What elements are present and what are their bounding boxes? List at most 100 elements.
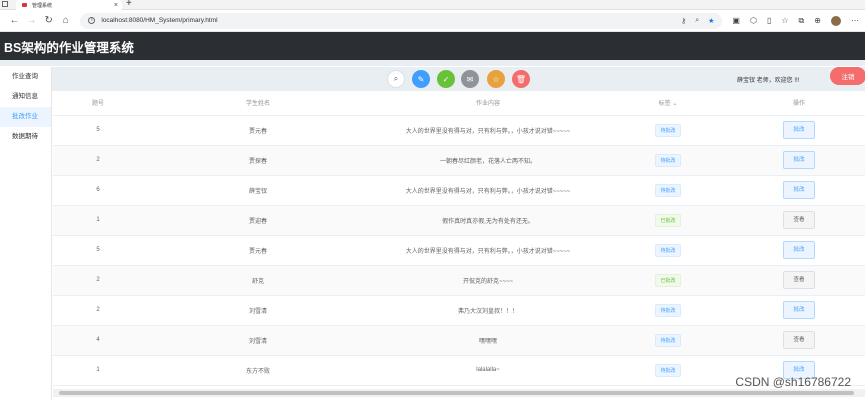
- search-button[interactable]: ⌕: [387, 70, 405, 88]
- cell-student: 刘雪清: [143, 295, 373, 326]
- cell-content: 弗乃大汉刘皇叔！！！: [373, 295, 603, 326]
- cell-tag: 待批改: [603, 115, 733, 146]
- more-menu-icon[interactable]: ⋯: [851, 16, 859, 25]
- message-button[interactable]: ✉: [461, 70, 479, 88]
- downloads-icon[interactable]: ⊕: [814, 16, 821, 25]
- grade-button[interactable]: 批改: [783, 181, 815, 199]
- toolbar: ⌕ ✎ ✓ ✉ ☆ 🗑 薛宝钗 老师，欢迎您 !!! 注销: [52, 67, 865, 91]
- logout-button[interactable]: 注销: [830, 67, 865, 85]
- status-badge: 待批改: [655, 363, 681, 377]
- cell-content: 一朝春尽红颜老，花落人亡两不知。: [373, 145, 603, 176]
- table-row: 5 贾元春 大人的世界里没有得与对，只有利与弊。，小孩才说对错~~~~~ 待批改 批改: [53, 115, 865, 146]
- grade-button[interactable]: 批改: [783, 241, 815, 259]
- cell-content: 大人的世界里没有得与对，只有利与弊。，小孩才说对错~~~~~: [373, 175, 603, 206]
- app-title: BS架构的作业管理系统: [4, 41, 134, 55]
- cell-num: 2: [53, 265, 143, 296]
- cell-content: 假作真时真亦假,无为有处有还无。: [373, 205, 603, 236]
- filter-icon[interactable]: ⌄: [672, 101, 677, 107]
- table-row: 1 贾迎春 假作真时真亦假,无为有处有还无。 已批改 查看: [53, 205, 865, 236]
- url-input[interactable]: i localhost:8080/HM_System/primary.html …: [80, 12, 723, 29]
- table-row: 4 刘雪清 嘿嘿嘿 待批改 查看: [53, 325, 865, 356]
- cell-action: 批改: [733, 295, 865, 326]
- cell-action: 批改: [733, 145, 865, 176]
- status-badge: 待批改: [655, 183, 681, 197]
- sidebar-item-notifications[interactable]: 通知信息: [0, 87, 51, 107]
- cell-content: 大人的世界里没有得与对，只有利与弊。，小孩才说对错~~~~~: [373, 115, 603, 146]
- profile-avatar[interactable]: [830, 15, 841, 26]
- header-action: 操作: [733, 91, 865, 116]
- home-icon[interactable]: ⌂: [57, 15, 74, 26]
- sidebar: 作业查询 通知信息 批改作业 数据期待: [0, 67, 52, 400]
- url-text: localhost:8080/HM_System/primary.html: [101, 17, 218, 24]
- view-button[interactable]: 查看: [783, 331, 815, 349]
- back-icon[interactable]: ←: [6, 15, 23, 26]
- watermark: CSDN @sh16786722: [735, 375, 851, 389]
- key-icon[interactable]: ⚷: [681, 17, 686, 25]
- new-tab-icon[interactable]: +: [126, 0, 132, 9]
- grade-button[interactable]: 批改: [783, 301, 815, 319]
- favorite-star-icon[interactable]: ★: [708, 17, 714, 25]
- sidebar-item-homework-query[interactable]: 作业查询: [0, 67, 51, 87]
- cell-tag: 待批改: [603, 175, 733, 206]
- scrollbar-thumb[interactable]: [59, 391, 854, 395]
- sidebar-item-data[interactable]: 数据期待: [0, 127, 51, 147]
- info-icon[interactable]: i: [88, 17, 96, 24]
- zoom-icon[interactable]: ⌕: [695, 17, 699, 25]
- refresh-icon[interactable]: ↻: [40, 15, 57, 26]
- favicon-icon: [22, 3, 27, 7]
- favorites-icon[interactable]: ☆: [781, 16, 788, 25]
- collections-list-icon[interactable]: ⧉: [799, 16, 805, 26]
- cell-student: 贾探春: [143, 145, 373, 176]
- edit-button[interactable]: ✎: [412, 70, 430, 88]
- cell-num: 5: [53, 235, 143, 266]
- browser-tab[interactable]: 管理系统 ×: [16, 0, 122, 10]
- cell-student: 贾迎春: [143, 205, 373, 236]
- cell-student: 刘雪清: [143, 325, 373, 356]
- cell-action: 查看: [733, 205, 865, 236]
- cell-num: 5: [53, 115, 143, 146]
- cell-action: 批改: [733, 115, 865, 146]
- cell-student: 薛宝钗: [143, 175, 373, 206]
- cell-student: 舒克: [143, 265, 373, 296]
- status-badge: 已批改: [655, 213, 681, 227]
- extensions-icon[interactable]: ⬡: [750, 16, 757, 25]
- cell-tag: 已批改: [603, 265, 733, 296]
- header-band: [0, 60, 865, 66]
- check-button[interactable]: ✓: [437, 70, 455, 88]
- cell-content: 嘿嘿嘿: [373, 325, 603, 356]
- cell-action: 批改: [733, 175, 865, 206]
- table-row: 2 舒克 开侃克的舒克~~~~ 已批改 查看: [53, 265, 865, 296]
- split-screen-icon[interactable]: ▯: [767, 16, 771, 25]
- view-button[interactable]: 查看: [783, 271, 815, 289]
- cell-tag: 待批改: [603, 355, 733, 386]
- view-button[interactable]: 查看: [783, 211, 815, 229]
- cell-student: 东方不败: [143, 355, 373, 386]
- collections-icon[interactable]: ▣: [732, 16, 740, 25]
- sidebar-item-grade-homework[interactable]: 批改作业: [0, 107, 51, 127]
- table-row: 2 刘雪清 弗乃大汉刘皇叔！！！ 待批改 批改: [53, 295, 865, 326]
- header-student: 学生姓名: [143, 91, 373, 116]
- horizontal-scrollbar[interactable]: [53, 389, 865, 397]
- delete-button[interactable]: 🗑: [512, 70, 530, 88]
- status-badge: 待批改: [655, 153, 681, 167]
- cell-tag: 待批改: [603, 325, 733, 356]
- status-badge: 待批改: [655, 333, 681, 347]
- cell-num: 2: [53, 295, 143, 326]
- window-icon[interactable]: [2, 1, 8, 7]
- cell-tag: 待批改: [603, 235, 733, 266]
- cell-num: 6: [53, 175, 143, 206]
- cell-num: 1: [53, 355, 143, 386]
- cell-tag: 待批改: [603, 295, 733, 326]
- cell-student: 贾元春: [143, 115, 373, 146]
- user-greeting: 薛宝钗 老师，欢迎您 !!!: [737, 78, 800, 84]
- cell-tag: 已批改: [603, 205, 733, 236]
- tab-close-icon[interactable]: ×: [114, 2, 118, 9]
- grade-button[interactable]: 批改: [783, 151, 815, 169]
- status-badge: 待批改: [655, 303, 681, 317]
- grade-button[interactable]: 批改: [783, 121, 815, 139]
- star-button[interactable]: ☆: [487, 70, 505, 88]
- cell-action: 查看: [733, 325, 865, 356]
- forward-icon[interactable]: →: [23, 15, 40, 26]
- cell-content: lalalalla~: [373, 355, 603, 386]
- header-tag[interactable]: 标签 ⌄: [603, 91, 733, 116]
